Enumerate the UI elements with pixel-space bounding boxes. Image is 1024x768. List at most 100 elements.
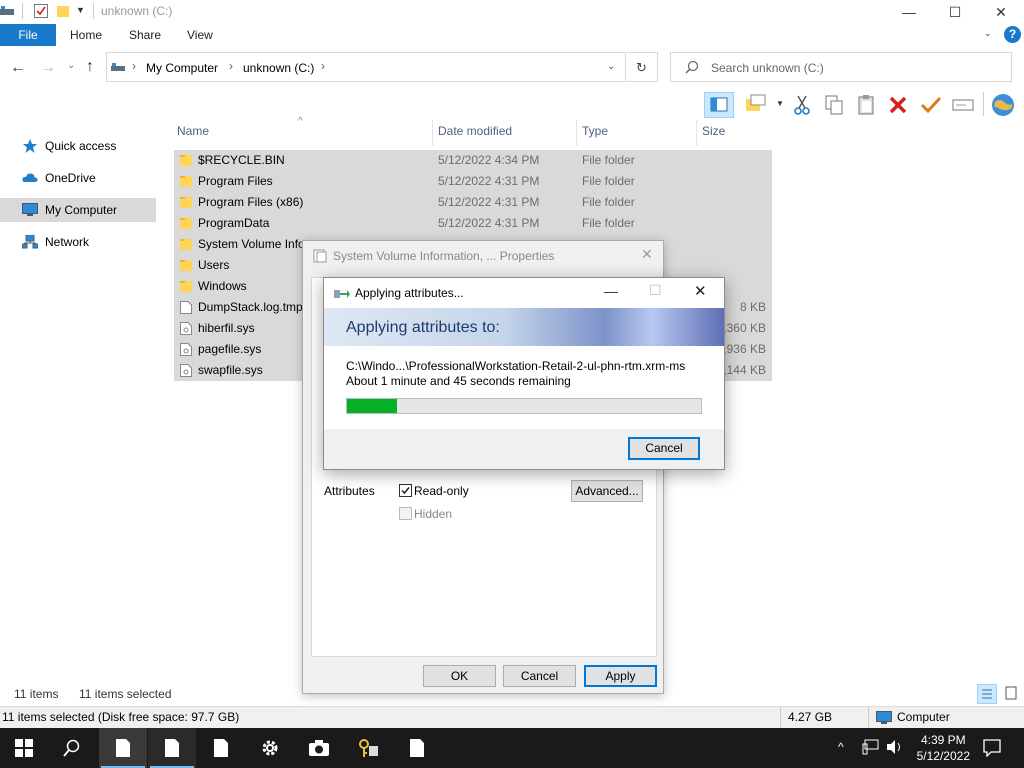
taskbar-app-camera[interactable] [295, 728, 343, 768]
folder-icon [180, 197, 192, 208]
taskbar-app-document-3[interactable] [393, 728, 441, 768]
clock-date: 5/12/2022 [916, 749, 970, 763]
note-icon[interactable] [745, 94, 766, 114]
cloud-icon [22, 173, 38, 182]
taskbar-app-document-2[interactable] [197, 728, 245, 768]
tab-share[interactable]: Share [129, 24, 161, 46]
clock-time: 4:39 PM [920, 733, 966, 747]
advanced-button[interactable]: Advanced... [571, 480, 643, 502]
tab-file[interactable]: File [0, 24, 56, 46]
sidebar-item-network[interactable]: Network [0, 230, 156, 254]
search-button[interactable] [48, 728, 96, 768]
current-file-path: C:\Windo...\ProfessionalWorkstation-Reta… [346, 359, 686, 373]
sidebar-item-my-computer[interactable]: My Computer [0, 198, 156, 222]
minimize-button[interactable]: — [604, 283, 618, 299]
sort-ascending-icon: ^ [298, 116, 303, 127]
column-separator[interactable] [432, 120, 433, 146]
table-row[interactable]: $RECYCLE.BIN 5/12/2022 4:34 PM File folder [174, 150, 772, 171]
globe-icon[interactable] [990, 92, 1016, 118]
refresh-button[interactable]: ↻ [627, 52, 658, 82]
chevron-right-icon[interactable]: › [229, 59, 233, 73]
quick-access-dropdown-icon[interactable]: ▼ [76, 5, 86, 17]
chevron-right-icon[interactable]: › [132, 59, 136, 73]
notifications-icon[interactable] [983, 739, 1001, 757]
hidden-checkbox[interactable] [399, 507, 412, 520]
cut-icon[interactable] [792, 94, 812, 116]
maximize-button[interactable]: ☐ [932, 0, 978, 24]
up-arrow-icon[interactable]: ↑ [86, 58, 94, 76]
breadcrumb-my-computer[interactable]: My Computer [146, 61, 218, 75]
taskbar-app-document[interactable] [148, 728, 196, 768]
volume-icon[interactable] [886, 739, 904, 755]
search-box[interactable]: Search unknown (C:) [670, 52, 1012, 82]
taskbar-app-settings[interactable] [246, 728, 294, 768]
start-button[interactable] [0, 728, 48, 768]
file-size: 8 KB [739, 300, 766, 314]
gear-icon [262, 740, 278, 756]
help-icon[interactable]: ? [1004, 26, 1021, 43]
network-tray-icon[interactable] [862, 739, 880, 755]
properties-icon[interactable] [33, 3, 49, 19]
location-label: Computer [897, 710, 950, 724]
dialog-banner: Applying attributes to: [324, 308, 724, 346]
document-icon [410, 739, 424, 757]
table-row[interactable]: Program Files 5/12/2022 4:31 PM File folde… [174, 171, 772, 192]
address-bar[interactable]: › My Computer › unknown (C:) › ⌄ [106, 52, 626, 82]
sidebar-item-quick-access[interactable]: Quick access [0, 134, 156, 158]
column-header-date[interactable]: Date modified [438, 124, 512, 138]
taskbar-app-file-explorer[interactable] [99, 728, 147, 768]
folder-icon [180, 218, 192, 229]
paste-icon[interactable] [856, 94, 876, 116]
column-separator[interactable] [696, 120, 697, 146]
clock[interactable]: 4:39 PM 5/12/2022 [917, 732, 970, 764]
forward-arrow-icon[interactable]: → [40, 59, 56, 77]
cancel-button[interactable]: Cancel [503, 665, 576, 687]
breadcrumb-drive[interactable]: unknown (C:) [243, 61, 314, 75]
ribbon-tabs: File Home Share View ⌄ ? [0, 24, 1024, 46]
details-view-button[interactable] [977, 684, 997, 704]
apply-button[interactable]: Apply [584, 665, 657, 687]
tab-home[interactable]: Home [70, 24, 102, 46]
file-date: 5/12/2022 4:31 PM [438, 216, 540, 230]
address-row: ← → ⌄ ↑ › My Computer › unknown (C:) › ⌄… [0, 50, 1024, 84]
recent-locations-icon[interactable]: ⌄ [67, 60, 75, 71]
table-row[interactable]: ProgramData 5/12/2022 4:31 PM File folder [174, 213, 772, 234]
column-header-name[interactable]: Name [177, 124, 209, 138]
column-header-type[interactable]: Type [582, 124, 608, 138]
checkmark-icon[interactable] [920, 94, 942, 116]
details-view-icon [982, 689, 992, 699]
large-icons-view-button[interactable] [1002, 684, 1022, 704]
back-arrow-icon[interactable]: ← [10, 59, 26, 77]
dropdown-icon[interactable]: ▼ [776, 99, 784, 108]
chevron-up-icon[interactable]: ^ [838, 740, 844, 754]
search-input[interactable]: Search unknown (C:) [711, 61, 824, 75]
preview-pane-button[interactable] [704, 92, 734, 118]
table-row[interactable]: Program Files (x86) 5/12/2022 4:31 PM File… [174, 192, 772, 213]
tab-view[interactable]: View [187, 24, 213, 46]
column-header-size[interactable]: Size [702, 124, 725, 138]
copy-icon[interactable] [824, 94, 844, 116]
file-date: 5/12/2022 4:31 PM [438, 195, 540, 209]
close-button[interactable]: ✕ [978, 0, 1024, 24]
readonly-checkbox[interactable] [399, 484, 412, 497]
file-name: hiberfil.sys [198, 321, 255, 335]
document-icon [214, 739, 228, 757]
rename-icon[interactable] [952, 95, 974, 115]
delete-icon[interactable] [888, 94, 908, 116]
ok-button[interactable]: OK [423, 665, 496, 687]
cancel-button[interactable]: Cancel [628, 437, 700, 460]
sidebar-item-onedrive[interactable]: OneDrive [0, 166, 156, 190]
column-separator[interactable] [576, 120, 577, 146]
navigation-pane: Quick access OneDrive My Computer Networ… [0, 120, 160, 680]
divider [983, 92, 984, 116]
apply-attributes-icon [334, 286, 350, 300]
minimize-button[interactable]: — [886, 0, 932, 24]
new-folder-icon[interactable] [56, 3, 70, 19]
close-icon[interactable]: ✕ [641, 246, 653, 263]
close-button[interactable]: ✕ [694, 282, 707, 300]
chevron-right-icon[interactable]: › [321, 59, 325, 73]
address-dropdown-icon[interactable]: ⌄ [607, 61, 615, 72]
expand-ribbon-icon[interactable]: ⌄ [984, 28, 992, 39]
details-bar: 11 items selected (Disk free space: 97.7… [0, 706, 1024, 729]
taskbar-app-keys[interactable] [344, 728, 392, 768]
